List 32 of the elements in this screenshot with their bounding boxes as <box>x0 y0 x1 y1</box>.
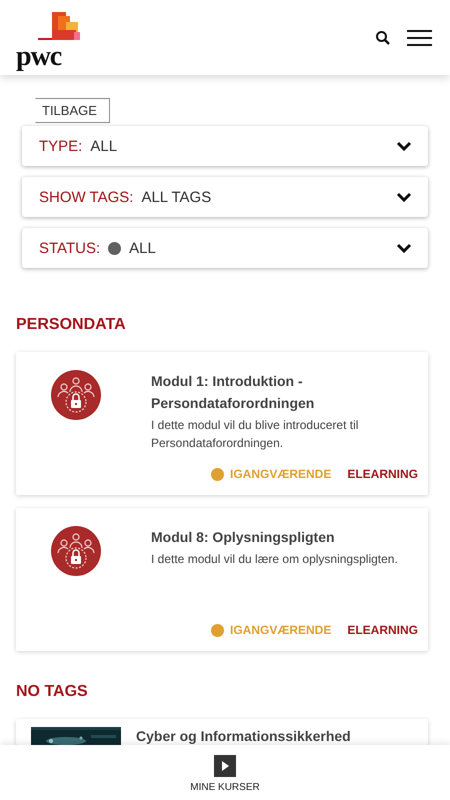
section-title: NO TAGS <box>16 683 89 701</box>
filter-label: SHOW TAGS: <box>39 188 134 206</box>
chevron-down-icon <box>396 192 412 202</box>
course-card[interactable]: Modul 1: Introduktion - Persondataforordningen I dette modul vil du blive introduceret til Persondataforordningen. IGANGVÆRENDE ELEARNING <box>16 352 428 495</box>
play-icon <box>214 755 236 777</box>
chevron-down-icon <box>396 242 412 254</box>
course-title: Cyber og Informationssikkerhed <box>136 727 352 745</box>
filter-dropdown[interactable]: STATUS: ALL <box>22 228 428 268</box>
course-description: I dette modul vil du lære om oplysningspligten. <box>151 551 399 568</box>
course-description: I dette modul vil du blive introduceret til Persondataforordningen. <box>151 417 360 452</box>
course-card[interactable]: Modul 8: Oplysningspligten I dette modul vil du lære om oplysningspligten. IGANGVÆRENDE ELEARNING <box>16 508 428 651</box>
chevron-down-icon <box>396 140 412 152</box>
filter-dropdown[interactable]: TYPE: ALL <box>22 126 428 166</box>
menu-icon[interactable] <box>407 28 432 46</box>
people-lock-icon <box>51 370 101 420</box>
course-card[interactable]: Cyber og Informationssikkerhed <box>16 719 428 745</box>
course-type: ELEARNING <box>347 623 418 637</box>
filter-value: ALL <box>129 240 156 256</box>
course-title: Modul 8: Oplysningspligten <box>151 528 336 547</box>
people-lock-icon <box>51 526 101 576</box>
filter-value: ALL <box>90 138 118 154</box>
status-label: IGANGVÆRENDE <box>230 467 332 481</box>
filter-label: STATUS: <box>39 240 100 256</box>
filter-value: ALL TAGS <box>141 188 212 206</box>
section-title: PERSONDATA <box>16 316 127 334</box>
filter-dropdown[interactable]: SHOW TAGS: ALL TAGS <box>22 177 428 217</box>
nav-item[interactable]: MINE KURSER <box>184 745 266 800</box>
search-icon[interactable] <box>375 30 391 46</box>
course-type: ELEARNING <box>347 467 418 481</box>
filter-label: TYPE: <box>39 138 82 154</box>
status-label: IGANGVÆRENDE <box>230 623 332 637</box>
course-title: Modul 1: Introduktion - Persondataforordningen <box>151 372 316 413</box>
